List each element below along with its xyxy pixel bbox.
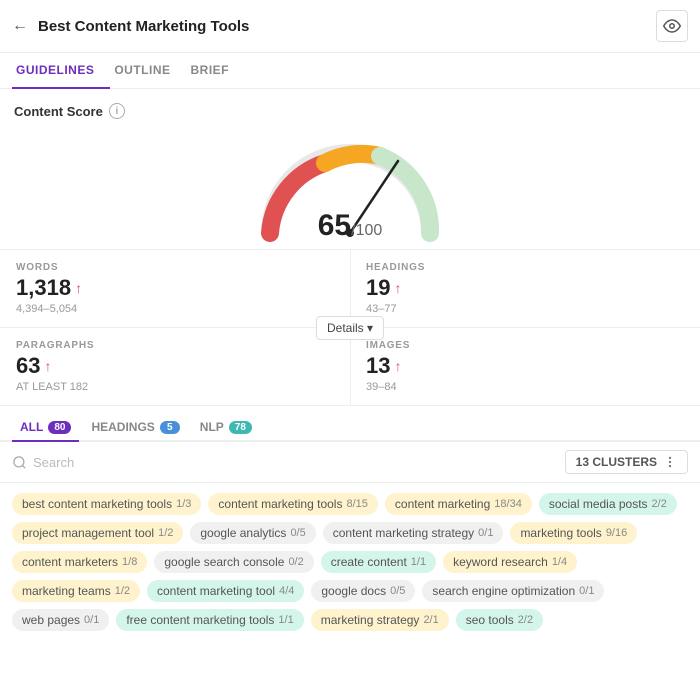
clusters-button[interactable]: 13 CLUSTERS bbox=[565, 450, 688, 474]
filter-tabs: ALL 80 HEADINGS 5 NLP 78 bbox=[0, 406, 700, 442]
tag-item[interactable]: content marketing tool 4/4 bbox=[147, 580, 304, 602]
info-icon[interactable]: i bbox=[109, 103, 125, 119]
filter-tab-headings[interactable]: HEADINGS 5 bbox=[83, 414, 187, 442]
tag-item[interactable]: content marketing 18/34 bbox=[385, 493, 532, 515]
filter-tab-nlp[interactable]: NLP 78 bbox=[192, 414, 260, 442]
tag-item[interactable]: free content marketing tools 1/1 bbox=[116, 609, 303, 631]
gauge-container: 65/100 bbox=[14, 123, 686, 249]
tag-item[interactable]: google search console 0/2 bbox=[154, 551, 313, 573]
tag-item[interactable]: content marketing strategy 0/1 bbox=[323, 522, 504, 544]
search-row: Search 13 CLUSTERS bbox=[0, 442, 700, 483]
search-box[interactable]: Search bbox=[12, 455, 557, 470]
headings-arrow: ↑ bbox=[394, 280, 401, 296]
stat-paragraphs: PARAGRAPHS 63 ↑ AT LEAST 182 bbox=[0, 327, 350, 405]
tag-item[interactable]: marketing strategy 2/1 bbox=[311, 609, 449, 631]
stat-paragraphs-value: 63 ↑ bbox=[16, 353, 334, 379]
tag-item[interactable]: search engine optimization 0/1 bbox=[422, 580, 604, 602]
tag-item[interactable]: best content marketing tools 1/3 bbox=[12, 493, 201, 515]
details-button[interactable]: Details ▾ bbox=[316, 316, 384, 340]
stat-headings-label: HEADINGS bbox=[366, 262, 684, 273]
stat-paragraphs-range: AT LEAST 182 bbox=[16, 381, 334, 393]
tag-item[interactable]: content marketing tools 8/15 bbox=[208, 493, 378, 515]
tag-item[interactable]: marketing teams 1/2 bbox=[12, 580, 140, 602]
gauge-wrapper: 65/100 bbox=[250, 133, 450, 243]
tab-outline[interactable]: OUTLINE bbox=[110, 53, 186, 89]
stat-images-value: 13 ↑ bbox=[366, 353, 684, 379]
stat-words-label: WORDS bbox=[16, 262, 334, 273]
eye-button[interactable] bbox=[656, 10, 688, 42]
tag-item[interactable]: project management tool 1/2 bbox=[12, 522, 183, 544]
filter-tab-all[interactable]: ALL 80 bbox=[12, 414, 79, 442]
clusters-label: 13 CLUSTERS bbox=[576, 455, 657, 469]
stat-headings: HEADINGS 19 ↑ 43–77 bbox=[350, 250, 700, 327]
stat-words: WORDS 1,318 ↑ 4,394–5,054 bbox=[0, 250, 350, 327]
words-arrow: ↑ bbox=[75, 280, 82, 296]
gauge-score-number: 65 bbox=[318, 209, 351, 242]
tag-item[interactable]: google docs 0/5 bbox=[311, 580, 415, 602]
search-icon bbox=[12, 455, 27, 470]
search-placeholder: Search bbox=[33, 455, 74, 470]
content-score-section: Content Score i 65/100 bbox=[0, 89, 700, 249]
images-arrow: ↑ bbox=[394, 358, 401, 374]
kebab-icon bbox=[663, 455, 677, 469]
tag-item[interactable]: web pages 0/1 bbox=[12, 609, 109, 631]
stat-headings-value: 19 ↑ bbox=[366, 275, 684, 301]
filter-badge-headings: 5 bbox=[160, 421, 180, 434]
header: ← Best Content Marketing Tools bbox=[0, 0, 700, 53]
page-title: Best Content Marketing Tools bbox=[38, 18, 656, 35]
back-icon: ← bbox=[12, 17, 28, 35]
tab-guidelines[interactable]: GUIDELINES bbox=[12, 53, 110, 89]
stat-images: IMAGES 13 ↑ 39–84 bbox=[350, 327, 700, 405]
stat-images-range: 39–84 bbox=[366, 381, 684, 393]
gauge-score: 65/100 bbox=[318, 209, 383, 243]
tag-item[interactable]: google analytics 0/5 bbox=[190, 522, 315, 544]
stat-images-label: IMAGES bbox=[366, 340, 684, 351]
tab-brief[interactable]: BRIEF bbox=[187, 53, 246, 89]
stat-words-range: 4,394–5,054 bbox=[16, 303, 334, 315]
eye-icon bbox=[663, 17, 681, 35]
gauge-score-total: /100 bbox=[351, 222, 382, 239]
tag-item[interactable]: keyword research 1/4 bbox=[443, 551, 577, 573]
tag-item[interactable]: marketing tools 9/16 bbox=[510, 522, 637, 544]
stat-headings-range: 43–77 bbox=[366, 303, 684, 315]
content-score-label: Content Score bbox=[14, 104, 103, 119]
tag-item[interactable]: seo tools 2/2 bbox=[456, 609, 543, 631]
filter-badge-all: 80 bbox=[48, 421, 71, 434]
paragraphs-arrow: ↑ bbox=[44, 358, 51, 374]
stat-paragraphs-label: PARAGRAPHS bbox=[16, 340, 334, 351]
main-tabs: GUIDELINES OUTLINE BRIEF bbox=[0, 53, 700, 89]
tag-item[interactable]: content marketers 1/8 bbox=[12, 551, 147, 573]
tag-item[interactable]: create content 1/1 bbox=[321, 551, 436, 573]
tag-item[interactable]: social media posts 2/2 bbox=[539, 493, 677, 515]
back-button[interactable]: ← bbox=[12, 17, 28, 35]
filter-badge-nlp: 78 bbox=[229, 421, 252, 434]
tags-container: best content marketing tools 1/3 content … bbox=[0, 483, 700, 641]
stats-grid: WORDS 1,318 ↑ 4,394–5,054 HEADINGS 19 ↑ … bbox=[0, 249, 700, 406]
stat-words-value: 1,318 ↑ bbox=[16, 275, 334, 301]
